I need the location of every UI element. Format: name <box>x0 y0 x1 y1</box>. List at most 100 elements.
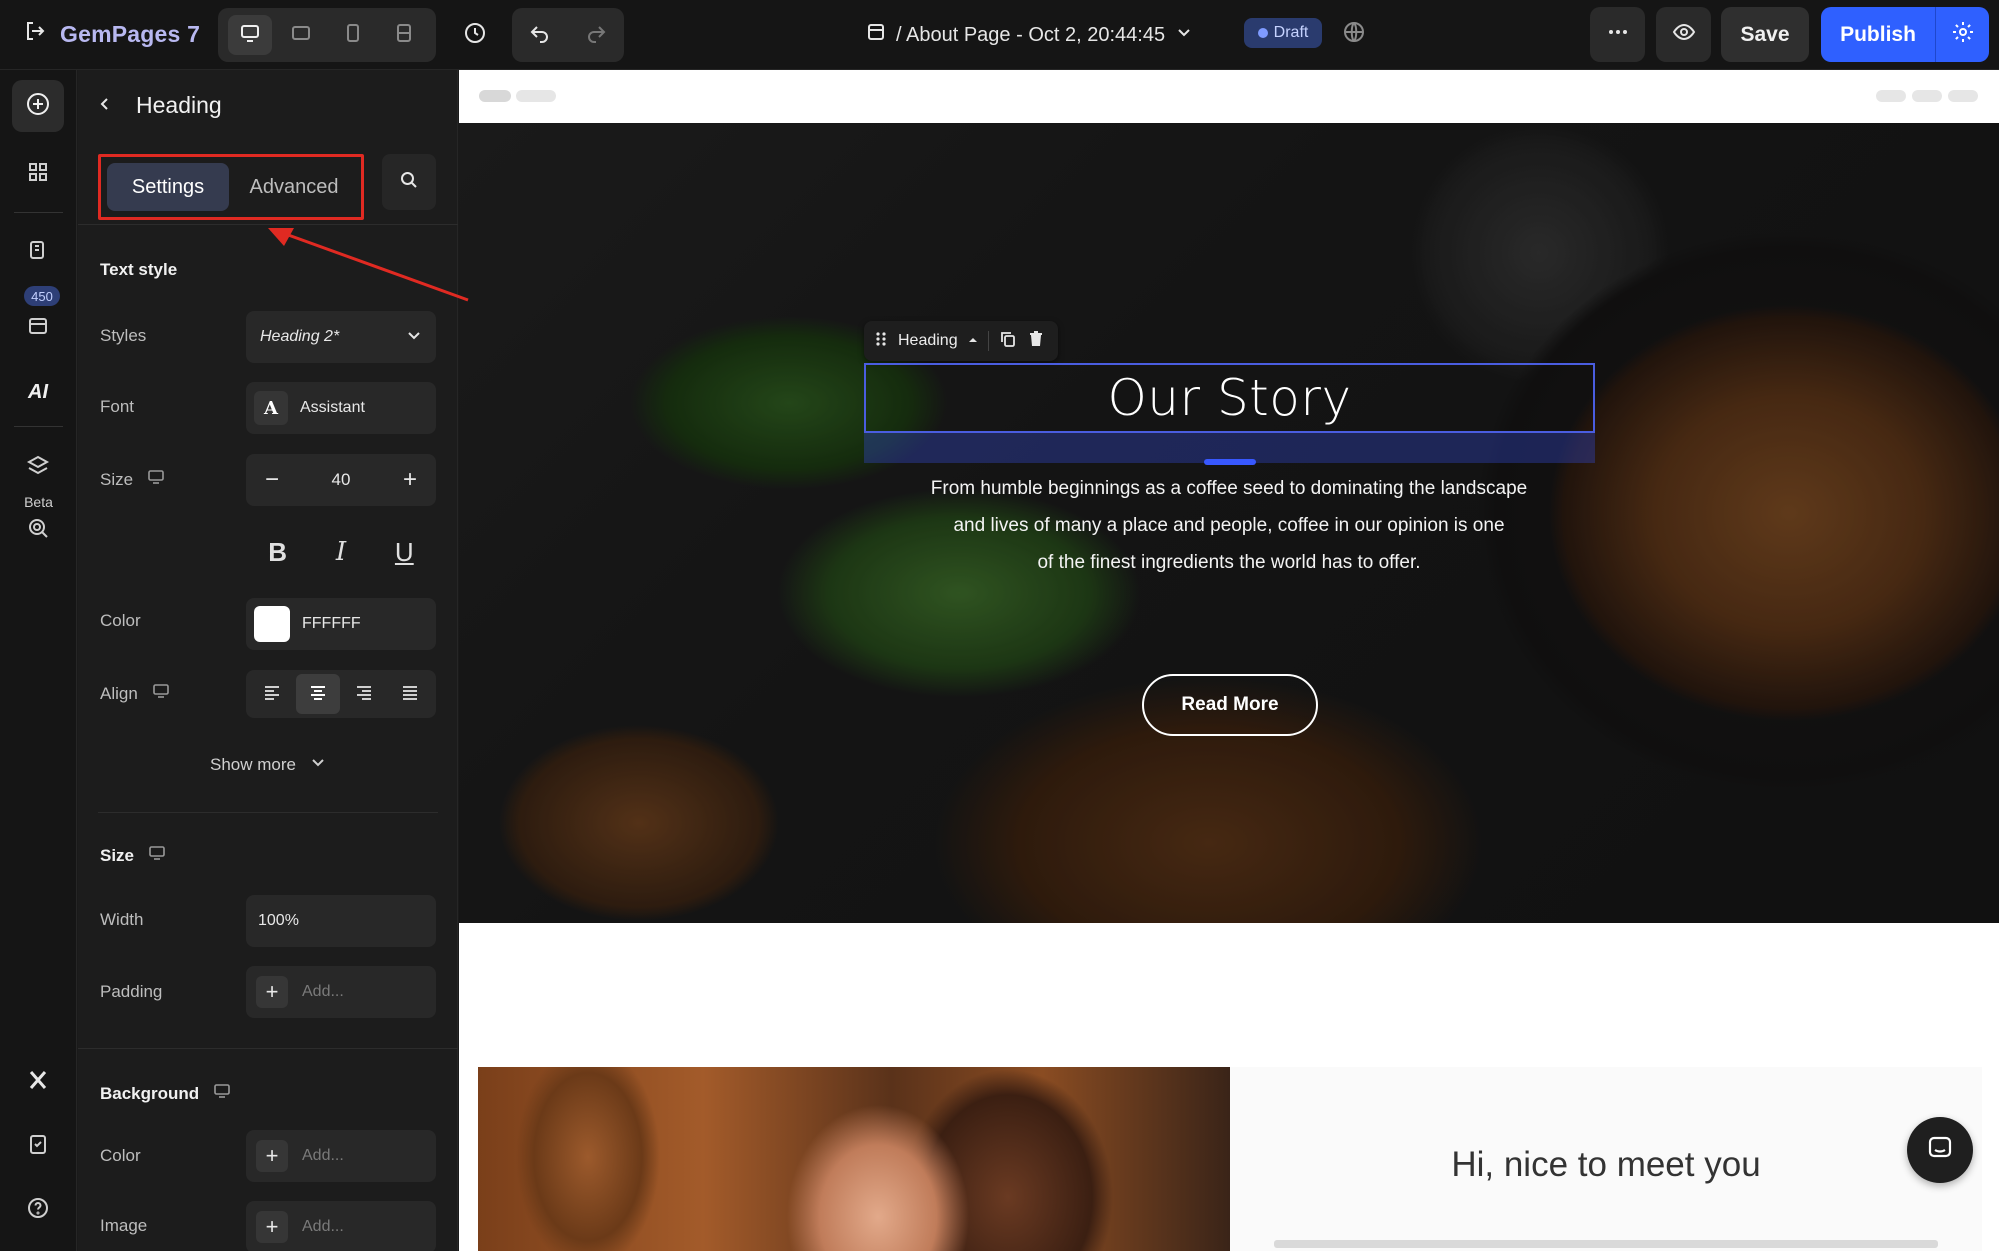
element-type-label[interactable]: Heading <box>898 332 958 350</box>
x-logo-icon <box>26 1068 50 1097</box>
publish-button[interactable]: Publish <box>1821 7 1935 62</box>
panel-header: Heading <box>96 92 222 119</box>
rail-ai[interactable]: AI <box>12 366 64 418</box>
trash-icon[interactable] <box>1027 330 1045 353</box>
layout-icon <box>393 22 415 49</box>
intro-heading[interactable]: Hi, nice to meet you <box>1230 1145 1982 1185</box>
align-center-button[interactable] <box>296 674 340 714</box>
increase-size-button[interactable]: + <box>392 462 428 498</box>
align-right-icon <box>354 682 374 707</box>
clipboard-icon <box>26 1132 50 1161</box>
rail-integrations[interactable] <box>12 1056 64 1108</box>
settings-panel: Heading Settings Advanced Text style Sty… <box>78 70 458 1251</box>
padding-add-field[interactable]: + Add... <box>246 966 436 1018</box>
background-color-placeholder: Add... <box>302 1147 344 1164</box>
rail-apps[interactable] <box>12 148 64 200</box>
styles-select[interactable]: Heading 2* <box>246 311 436 363</box>
hero-section[interactable]: Heading Our Story From humble beginnings… <box>459 123 1999 923</box>
back-chevron-icon[interactable] <box>96 92 114 119</box>
tab-settings[interactable]: Settings <box>107 163 229 211</box>
resize-handle[interactable] <box>1204 459 1256 465</box>
rail-target[interactable] <box>12 504 64 556</box>
editor-canvas[interactable]: Heading Our Story From humble beginnings… <box>459 70 1999 1251</box>
desktop-icon <box>239 22 261 49</box>
panel-divider <box>78 224 458 225</box>
rail-library[interactable] <box>12 302 64 354</box>
decrease-size-button[interactable]: − <box>254 462 290 498</box>
desktop-icon <box>148 844 166 867</box>
rail-pages[interactable] <box>12 226 64 278</box>
show-more-toggle[interactable]: Show more <box>78 754 458 775</box>
language-button[interactable] <box>1336 16 1372 52</box>
target-icon <box>26 516 50 545</box>
size-value[interactable]: 40 <box>332 470 351 490</box>
frame-pill <box>479 90 511 102</box>
publish-settings-button[interactable] <box>1935 7 1989 62</box>
font-label: Font <box>100 397 135 416</box>
frame-pill <box>516 90 556 102</box>
intro-section[interactable]: Hi, nice to meet you <box>1230 1067 1982 1251</box>
align-left-button[interactable] <box>250 674 294 714</box>
globe-icon <box>1342 20 1366 49</box>
plus-icon[interactable]: + <box>256 1211 288 1243</box>
background-section-label: Background <box>100 1083 200 1103</box>
brand-area[interactable]: GemPages 7 <box>24 14 200 54</box>
panel-divider <box>98 812 438 813</box>
eye-icon <box>1672 20 1696 49</box>
hero-line: of the finest ingredients the world has … <box>1037 552 1421 573</box>
background-image-field[interactable]: + Add... <box>246 1201 436 1251</box>
font-letter-icon: A <box>254 391 288 425</box>
drag-handle-icon[interactable] <box>874 330 888 353</box>
panel-tabs: Settings Advanced <box>98 154 364 220</box>
page-selector[interactable]: / About Page - Oct 2, 20:44:45 <box>866 14 1193 56</box>
app-root: GemPages 7 / About Page - Oct 2, 20:44:4… <box>0 0 1999 1251</box>
mobile-view-button[interactable] <box>331 15 375 55</box>
undo-redo-group <box>512 8 624 62</box>
background-image-label: Image <box>100 1216 148 1235</box>
read-more-button[interactable]: Read More <box>1142 674 1318 736</box>
hero-description[interactable]: From humble beginnings as a coffee seed … <box>899 470 1559 581</box>
couple-photo[interactable] <box>478 1067 1230 1251</box>
rail-layers[interactable] <box>12 442 64 494</box>
exit-icon[interactable] <box>24 20 46 48</box>
underline-icon[interactable]: U <box>384 532 424 572</box>
rail-help[interactable] <box>12 1184 64 1236</box>
duplicate-icon[interactable] <box>999 330 1017 353</box>
chat-widget-button[interactable] <box>1907 1117 1973 1183</box>
background-color-field[interactable]: + Add... <box>246 1130 436 1182</box>
show-more-label: Show more <box>210 754 296 774</box>
undo-icon[interactable] <box>528 21 552 50</box>
save-button[interactable]: Save <box>1721 7 1809 62</box>
history-button[interactable] <box>452 12 498 58</box>
more-options-button[interactable] <box>1590 7 1645 62</box>
tab-advanced[interactable]: Advanced <box>233 163 355 211</box>
redo-icon[interactable] <box>584 21 608 50</box>
plus-icon[interactable]: + <box>256 976 288 1008</box>
selected-heading[interactable]: Our Story <box>864 363 1595 433</box>
background-section-title: Background <box>100 1082 231 1105</box>
layers-icon <box>26 454 50 483</box>
frame-pill <box>1876 90 1906 102</box>
font-picker[interactable]: A Assistant <box>246 382 436 434</box>
color-picker[interactable]: FFFFFF <box>246 598 436 650</box>
custom-view-button[interactable] <box>382 15 426 55</box>
align-justify-button[interactable] <box>388 674 432 714</box>
caret-up-icon[interactable] <box>968 332 978 350</box>
desktop-view-button[interactable] <box>227 15 272 55</box>
rail-checklist[interactable] <box>12 1120 64 1172</box>
italic-icon[interactable]: I <box>321 532 361 572</box>
plus-icon[interactable]: + <box>256 1140 288 1172</box>
align-right-button[interactable] <box>342 674 386 714</box>
preview-button[interactable] <box>1656 7 1711 62</box>
rail-add-element[interactable] <box>12 80 64 132</box>
hero-line: From humble beginnings as a coffee seed … <box>930 478 1528 499</box>
panel-search-button[interactable] <box>382 154 436 210</box>
size-row-label: Size <box>100 468 165 491</box>
color-swatch[interactable] <box>254 606 290 642</box>
chevron-down-icon <box>1175 23 1193 47</box>
width-input[interactable]: 100% <box>246 895 436 947</box>
bold-icon[interactable]: B <box>258 532 298 572</box>
background-image-placeholder: Add... <box>302 1218 344 1235</box>
tablet-landscape-button[interactable] <box>279 15 323 55</box>
styles-label: Styles <box>100 326 147 345</box>
